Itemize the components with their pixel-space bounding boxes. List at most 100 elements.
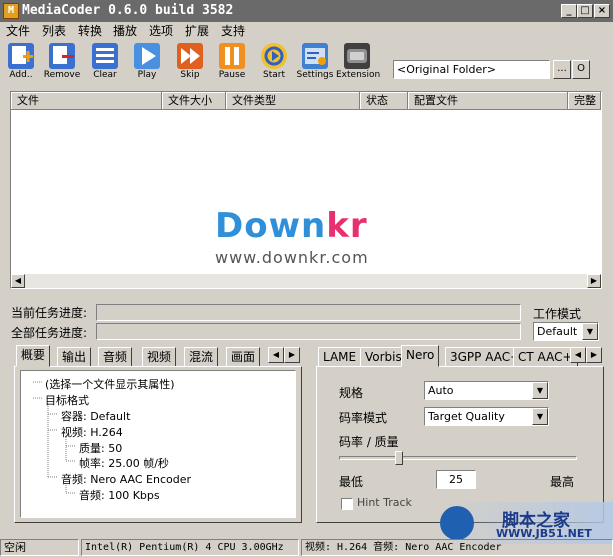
play-button[interactable]: Play	[126, 42, 168, 82]
add-button[interactable]: Add..	[0, 42, 42, 82]
app-icon: M	[3, 3, 19, 19]
extension-label: Extension	[336, 70, 381, 80]
menu-extend[interactable]: 扩展	[185, 23, 209, 39]
tab-nero[interactable]: Nero	[401, 345, 440, 367]
current-progress-bar	[96, 304, 521, 321]
quality-input[interactable]: 25	[436, 470, 476, 489]
remove-button[interactable]: Remove	[41, 42, 83, 82]
output-folder-field[interactable]: <Original Folder>	[393, 60, 550, 79]
left-tabs-next-icon[interactable]: ▶	[284, 347, 300, 363]
pause-button[interactable]: Pause	[211, 42, 253, 82]
chevron-down-icon[interactable]: ▼	[582, 323, 598, 340]
clear-button[interactable]: Clear	[84, 42, 126, 82]
work-mode-label: 工作模式	[533, 307, 582, 321]
summary-tree[interactable]: (选择一个文件显示其属性) 目标格式 容器: Default 视频: H.264…	[20, 370, 296, 518]
tab-audio[interactable]: 音频	[98, 347, 133, 367]
settings-icon	[302, 43, 328, 69]
scroll-right-arrow-icon[interactable]: ▶	[587, 274, 601, 288]
minimize-button[interactable]: _	[561, 4, 577, 18]
tree-node-video[interactable]: 视频: H.264	[61, 424, 123, 440]
maximize-button[interactable]: □	[577, 4, 593, 18]
skip-button[interactable]: Skip	[169, 42, 211, 82]
tree-node-quality[interactable]: 质量: 50	[79, 440, 122, 456]
menu-support[interactable]: 支持	[221, 23, 245, 39]
column-complete[interactable]: 完整	[568, 92, 601, 110]
column-profile[interactable]: 配置文件	[408, 92, 568, 110]
quality-slider-thumb[interactable]	[394, 451, 403, 465]
menu-list[interactable]: 列表	[42, 23, 66, 39]
settings-button[interactable]: Settings	[294, 42, 336, 82]
hint-track-checkbox[interactable]	[341, 498, 353, 510]
title-bar: M MediaCoder 0.6.0 build 3582 _ □ ×	[0, 0, 613, 22]
tab-ct-aac[interactable]: CT AAC+	[513, 347, 578, 367]
tree-node-target-format[interactable]: 目标格式	[45, 392, 89, 408]
settings-label: Settings	[296, 70, 334, 80]
tree-node-audio-bitrate[interactable]: 音频: 100 Kbps	[79, 487, 160, 503]
menu-file[interactable]: 文件	[6, 23, 30, 39]
tree-node-audio[interactable]: 音频: Nero AAC Encoder	[61, 471, 191, 487]
nero-panel: 规格 Auto ▼ 码率模式 Target Quality ▼ 码率 / 质量 …	[316, 366, 604, 523]
pause-icon	[219, 43, 245, 69]
status-bar: 空闲 Intel(R) Pentium(R) 4 CPU 3.00GHz 视频:…	[0, 537, 613, 558]
tab-mux[interactable]: 混流	[184, 347, 219, 367]
window-title: MediaCoder 0.6.0 build 3582	[22, 3, 234, 18]
rate-mode-select[interactable]: Target Quality ▼	[424, 407, 549, 426]
chevron-down-icon[interactable]: ▼	[532, 408, 548, 425]
hint-track-label: Hint Track	[357, 496, 412, 509]
tab-output[interactable]: 输出	[57, 347, 92, 367]
close-button[interactable]: ×	[594, 4, 610, 18]
start-button[interactable]: Start	[253, 42, 295, 82]
right-tabs-next-icon[interactable]: ▶	[586, 347, 602, 363]
globe-icon	[440, 506, 474, 540]
scroll-left-arrow-icon[interactable]: ◀	[11, 274, 25, 288]
remove-label: Remove	[43, 70, 81, 80]
chevron-down-icon[interactable]: ▼	[532, 382, 548, 399]
right-tabs-prev-icon[interactable]: ◀	[570, 347, 586, 363]
tab-summary[interactable]: 概要	[16, 345, 51, 367]
clear-label: Clear	[93, 70, 117, 80]
profile-value: Auto	[428, 384, 454, 397]
column-status[interactable]: 状态	[360, 92, 408, 110]
tab-video[interactable]: 视频	[142, 347, 177, 367]
left-tabs-prev-icon[interactable]: ◀	[268, 347, 284, 363]
browse-folder-button[interactable]: ...	[553, 60, 571, 79]
max-label: 最高	[550, 475, 575, 489]
start-icon	[261, 43, 287, 69]
tree-node-hint[interactable]: (选择一个文件显示其属性)	[45, 376, 175, 392]
status-cpu: Intel(R) Pentium(R) 4 CPU 3.00GHz	[81, 539, 299, 556]
extension-button[interactable]: Extension	[336, 42, 381, 82]
work-mode-select[interactable]: Default ▼	[533, 322, 599, 341]
watermark-brand: Downkr	[215, 206, 368, 246]
start-label: Start	[263, 70, 285, 80]
add-label: Add..	[9, 70, 33, 80]
menu-bar: 文件 列表 转换 播放 选项 扩展 支持	[0, 22, 613, 40]
column-type[interactable]: 文件类型	[226, 92, 360, 110]
total-progress-bar	[96, 323, 521, 340]
rate-mode-value: Target Quality	[428, 410, 505, 423]
file-list-scrollbar[interactable]: ◀ ▶	[11, 274, 601, 288]
min-label: 最低	[339, 475, 364, 489]
work-mode-value: Default	[537, 325, 578, 338]
profile-select[interactable]: Auto ▼	[424, 381, 549, 400]
extension-icon	[344, 43, 370, 69]
tab-lame[interactable]: LAME	[318, 347, 362, 367]
tree-node-framerate[interactable]: 帧率: 25.00 帧/秒	[79, 455, 169, 471]
column-file[interactable]: 文件	[11, 92, 162, 110]
file-list[interactable]: 文件 文件大小 文件类型 状态 配置文件 完整 Downkr www.downk…	[10, 91, 602, 289]
menu-options[interactable]: 选项	[149, 23, 173, 39]
skip-icon	[177, 43, 203, 69]
open-folder-button[interactable]: O	[572, 60, 590, 79]
total-progress-label: 全部任务进度:	[11, 326, 88, 340]
tab-vorbis[interactable]: Vorbis	[360, 347, 407, 367]
tree-node-container[interactable]: 容器: Default	[61, 408, 130, 424]
tab-picture[interactable]: 画面	[226, 347, 261, 367]
column-size[interactable]: 文件大小	[162, 92, 226, 110]
status-info: 视频: H.264 音频: Nero AAC Encoder	[301, 539, 613, 556]
add-file-icon	[8, 43, 34, 69]
status-state: 空闲	[0, 539, 79, 556]
menu-play[interactable]: 播放	[113, 23, 137, 39]
skip-label: Skip	[180, 70, 200, 80]
remove-file-icon	[49, 43, 75, 69]
menu-convert[interactable]: 转换	[78, 23, 102, 39]
quality-slider-track[interactable]	[339, 456, 577, 460]
